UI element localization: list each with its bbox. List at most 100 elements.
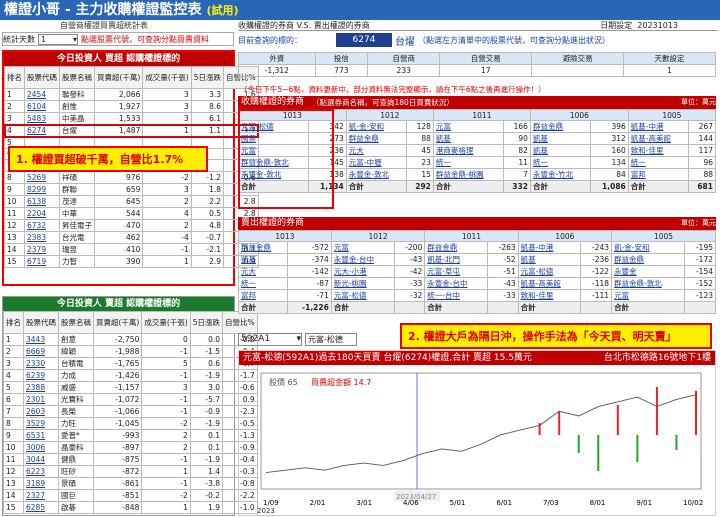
table-row[interactable]: 11 3044 健鼎 -875 -1 -1.9 -0.4 — [3, 453, 258, 466]
broker-name-field[interactable]: 元富-松德 — [305, 333, 357, 346]
table-row[interactable]: 98299群聯65931.80.9 — [4, 182, 259, 196]
table-row[interactable]: 11 2204 中華 544 4 0.5 2.8 — [4, 206, 259, 220]
stock-code-link[interactable]: 6223 — [23, 465, 59, 478]
table-row[interactable]: 13 3189 景碩 -861 -1 -3.8 -0.8 — [3, 477, 258, 490]
broker-name-link[interactable]: 致和-佳里 — [627, 144, 689, 157]
table-row[interactable]: 126732昇佳電子47024.81.8 — [4, 218, 259, 232]
broker-name-link[interactable]: 凱基 — [432, 132, 504, 145]
broker-name-link[interactable]: 統一 — [627, 156, 689, 169]
broker-name-link[interactable]: 元富-松德 — [330, 289, 395, 302]
table-row[interactable]: 10 3006 晶豪科 -897 2 0.1 -0.9 — [3, 441, 258, 454]
broker-name-link[interactable]: 元富-中壢 — [345, 156, 407, 169]
stock-code-link[interactable]: 2383 — [24, 230, 60, 244]
table-row[interactable]: 14 2379 瑞昱 410 -1 -2.1 0.1 — [4, 242, 259, 256]
table-row[interactable]: 15 6285 啟碁 -848 1 1.9 -1.0 — [3, 501, 258, 514]
broker-name-link[interactable]: 凱基 — [238, 253, 288, 266]
broker-name-link[interactable]: 凱基 — [517, 253, 582, 266]
chart-svg[interactable]: 股價 65 買賣超金額 14.7 2023/04/27 2023 1/09 2/0… — [239, 365, 715, 515]
date-value[interactable]: 20231013 — [637, 21, 678, 30]
stock-code-link[interactable]: 6531 — [23, 429, 59, 442]
stock-code-link[interactable]: 6274 — [24, 124, 60, 137]
stock-code-link[interactable]: 6104 — [24, 100, 60, 113]
broker-name-link[interactable]: 統一-台中 — [424, 289, 489, 302]
broker-name-link[interactable]: 統一 — [529, 156, 591, 169]
broker-name-link[interactable]: 元富-草屯 — [424, 265, 489, 278]
stock-code-link[interactable]: 2327 — [23, 489, 59, 502]
broker-name-link[interactable]: 凱基 — [529, 144, 591, 157]
broker-name-link[interactable]: 凱基-北門 — [424, 253, 489, 266]
broker-name-link[interactable]: 群益金鼎 — [529, 120, 591, 133]
broker-name-link[interactable]: 群益金鼎-桃園 — [432, 168, 504, 181]
broker-name-link[interactable]: 群益金鼎 — [345, 132, 407, 145]
stock-code-link[interactable]: 2204 — [24, 206, 60, 220]
stock-code-link[interactable]: 3529 — [23, 417, 59, 430]
table-row[interactable]: 6 2301 光寶科 -1,072 -1 -5.7 0.9 — [3, 393, 258, 406]
table-row[interactable]: 4 6274 台燿 1,487 1 1.1 1.7 — [3, 123, 260, 138]
stock-code-link[interactable]: 3189 — [23, 477, 59, 490]
stock-code-link[interactable]: 6669 — [23, 345, 59, 358]
table-row[interactable]: 8 5269 祥碩 976 -2 -1.2 0.6 — [4, 170, 259, 184]
broker-name-link[interactable]: 元大-小港 — [330, 265, 395, 278]
broker-name-link[interactable]: 元富 — [432, 120, 504, 133]
broker-name-link[interactable]: 致和-佳里 — [517, 289, 582, 302]
table-row[interactable]: 10 6138 茂達 645 2 2.2 2.8 — [4, 194, 259, 208]
broker-name-link[interactable]: 永豐金-台中 — [330, 253, 395, 266]
broker-name-link[interactable]: 元富 — [611, 289, 686, 302]
broker-name-link[interactable]: 凱基 — [529, 132, 591, 145]
stock-code-link[interactable]: 5269 — [24, 170, 60, 184]
stock-code-link[interactable]: 6239 — [23, 369, 59, 382]
broker-name-link[interactable]: 富邦 — [627, 168, 689, 181]
broker-name-link[interactable]: 永豐金-敦北 — [345, 168, 407, 181]
table-row[interactable]: 1 2454 聯發科 2,066 3 3.3 1.6 — [4, 88, 259, 101]
stock-code-link[interactable]: 5483 — [24, 112, 60, 125]
broker-name-link[interactable]: 元大 — [345, 144, 407, 157]
broker-name-link[interactable]: 群益金鼎-敦北 — [611, 277, 686, 290]
broker-code-select[interactable]: 592A1 ▾ — [238, 333, 302, 346]
broker-name-link[interactable]: 群益金鼎 — [611, 253, 686, 266]
broker-name-link[interactable]: 港商麥格理 — [432, 144, 504, 157]
broker-name-link[interactable]: 凱基-高美館 — [517, 277, 582, 290]
table-row[interactable]: 7 2603 長榮 -1,066 -1 -0.9 -2.3 — [3, 405, 258, 418]
broker-name-link[interactable]: 統一 — [238, 277, 288, 290]
stock-code-link[interactable]: 6138 — [24, 194, 60, 208]
stock-code-link[interactable]: 2388 — [23, 381, 59, 394]
table-row[interactable]: 15 6719 力智 390 1 2.9 0.9 — [4, 254, 259, 268]
broker-name-link[interactable]: 凱基-中港 — [627, 120, 689, 133]
stock-code-link[interactable]: 3044 — [23, 453, 59, 466]
broker-name-link[interactable]: 永豐金 — [611, 265, 686, 278]
days-select[interactable]: 1 ▾ — [38, 33, 78, 45]
table-row[interactable]: 8 3529 力旺 -1,045 -2 -1.9 -0.5 — [3, 417, 258, 430]
stock-code-link[interactable]: 3443 — [23, 333, 59, 346]
stock-code-link[interactable]: 2301 — [23, 393, 59, 406]
broker-name-link[interactable]: 凱基-高美館 — [627, 132, 689, 145]
table-row[interactable]: 14 2327 國巨 -851 -2 -0.2 -2.2 — [3, 489, 258, 502]
broker-name-link[interactable]: 富邦 — [238, 289, 288, 302]
broker-name-link[interactable]: 永豐金-竹北 — [529, 168, 591, 181]
stock-code-link[interactable]: 6719 — [24, 254, 60, 268]
broker-name-link[interactable]: 元大 — [238, 265, 288, 278]
broker-name-link[interactable]: 永豐金-台中 — [424, 277, 489, 290]
stock-code-link[interactable]: 3006 — [23, 441, 59, 454]
stock-code-link[interactable]: 6732 — [24, 218, 60, 232]
broker-name-link[interactable]: 群益金鼎 — [238, 241, 288, 254]
table-row[interactable]: 9 6531 愛普* -993 2 0.1 -1.3 — [3, 429, 258, 442]
stock-code-link[interactable]: 2454 — [24, 88, 60, 101]
stock-code-input[interactable]: 6274 — [336, 33, 392, 47]
broker-name-link[interactable]: 凱基-中港 — [517, 241, 582, 254]
broker-name-link[interactable]: 統一 — [432, 156, 504, 169]
table-row[interactable]: 4 6239 力成 -1,426 -1 -1.9 -1.7 — [3, 369, 258, 382]
stock-code-link[interactable]: 2379 — [24, 242, 60, 256]
broker-name-link[interactable]: 凱-金-安和 — [611, 241, 686, 254]
table-row[interactable]: 1 3443 創意 -2,750 0 0.0 -0.2 — [3, 333, 258, 346]
table-row[interactable]: 5 2388 威盛 -1,157 3 3.0 -0.6 — [3, 381, 258, 394]
table-row[interactable]: 32330台積電-1,76550.60.7 — [3, 357, 258, 370]
table-row[interactable]: 26669緯穎-1,988-1-1.50.4 — [3, 345, 258, 358]
stock-code-link[interactable]: 2603 — [23, 405, 59, 418]
table-row[interactable]: 12 6223 旺矽 -872 1 1.4 -0.3 — [3, 465, 258, 478]
broker-name-link[interactable]: 元富-松德 — [517, 265, 582, 278]
broker-name-link[interactable]: 元富 — [330, 241, 395, 254]
table-row[interactable]: 26104創惟1,92738.68.6 — [4, 100, 259, 113]
broker-name-link[interactable]: 新光-桃園 — [330, 277, 395, 290]
broker-name-link[interactable]: 群益金鼎 — [424, 241, 489, 254]
table-row[interactable]: 132383台光電462-4-0.71.5 — [4, 230, 259, 244]
